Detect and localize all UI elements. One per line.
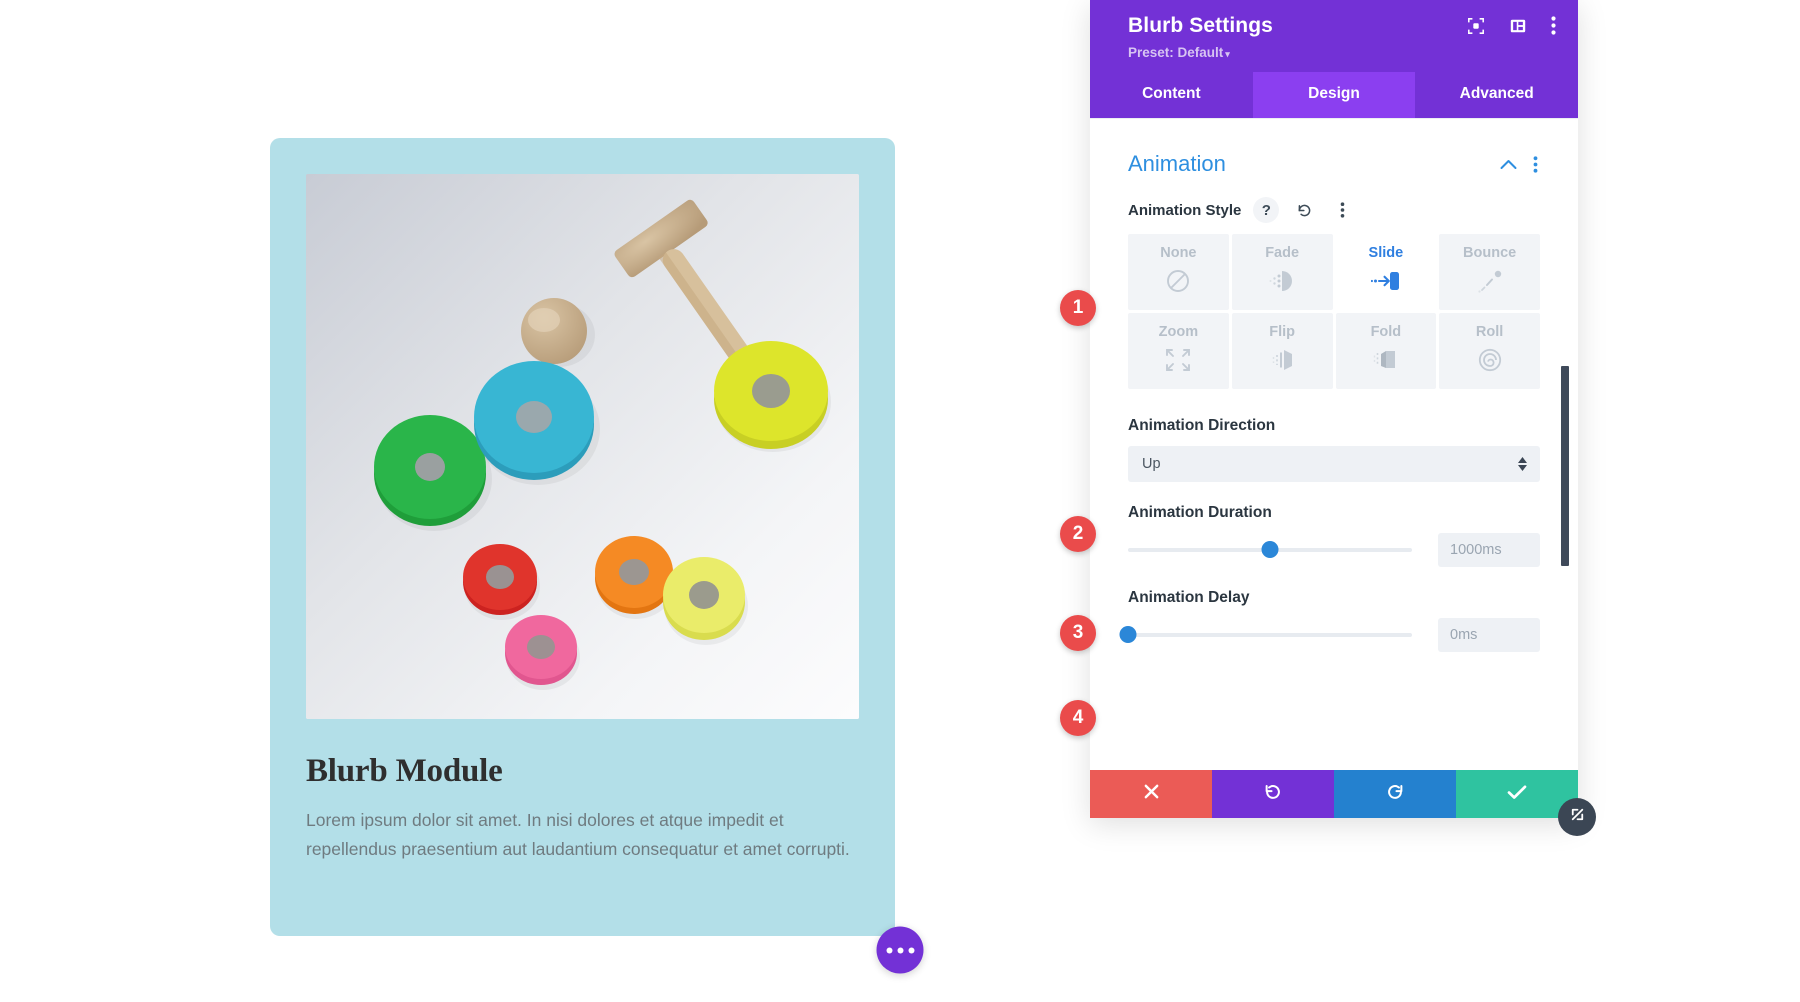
roll-spiral-icon [1476,347,1504,378]
settings-scroll-area: Animation Animation Style ? None Fade Sl… [1090,119,1578,770]
animation-section-header[interactable]: Animation [1090,151,1578,177]
modal-tab-bar: Content Design Advanced [1090,72,1578,118]
style-option-label: Slide [1368,245,1404,261]
tab-advanced[interactable]: Advanced [1415,72,1578,118]
style-option-label: Fade [1265,245,1300,261]
style-option-label: Zoom [1158,324,1199,340]
animation-delay-field: Animation Delay 0ms [1090,589,1578,652]
style-option-none[interactable]: None [1128,234,1229,310]
zoom-expand-icon [1164,347,1192,378]
animation-duration-label: Animation Duration [1128,504,1272,521]
no-entry-icon [1165,268,1191,299]
fold-page-icon [1372,347,1400,378]
chevron-up-icon[interactable] [1500,159,1517,170]
preset-label: Preset: Default [1128,45,1224,60]
x-icon [1143,783,1160,805]
slider-knob[interactable] [1261,541,1279,558]
page-canvas: Blurb Module Lorem ipsum dolor sit amet.… [0,0,1090,1002]
redo-button[interactable] [1334,770,1456,818]
fab-dot [886,947,892,953]
slide-arrow-icon [1370,268,1401,299]
diagonal-arrows-icon [1568,805,1587,829]
blurb-body-text: Lorem ipsum dolor sit amet. In nisi dolo… [306,810,850,859]
kebab-menu-icon[interactable] [1551,16,1556,35]
style-option-label: Bounce [1463,245,1517,261]
settings-scrollbar-track[interactable] [1561,119,1574,770]
callout-badge-1: 1 [1060,290,1096,326]
section-title-animation: Animation [1128,151,1226,176]
slider-knob[interactable] [1119,626,1137,643]
animation-direction-select[interactable]: Up [1128,446,1540,482]
section-kebab-icon[interactable] [1533,155,1538,173]
callout-badge-2: 2 [1060,516,1096,552]
modal-action-bar [1090,770,1578,818]
style-option-fade[interactable]: Fade [1231,234,1333,310]
animation-direction-field: Animation Direction Up [1090,417,1578,482]
modal-header: Blurb Settings Preset: Default ▾ [1090,0,1578,72]
select-stepper-arrows-icon [1518,457,1527,471]
reset-icon[interactable] [1291,197,1317,223]
tab-design[interactable]: Design [1252,72,1416,118]
style-option-zoom[interactable]: Zoom [1128,313,1229,389]
style-option-bounce[interactable]: Bounce [1439,234,1540,310]
animation-duration-field: Animation Duration 1000ms [1090,504,1578,567]
animation-style-grid: None Fade Slide Bounce Zoom Flip Fold Ro… [1090,234,1578,389]
animation-delay-label: Animation Delay [1128,589,1250,606]
animation-delay-input[interactable]: 0ms [1438,618,1540,652]
modal-body: Animation Animation Style ? None Fade Sl… [1090,118,1578,770]
field-kebab-icon[interactable] [1329,197,1355,223]
fade-dots-icon [1268,268,1296,299]
focus-target-icon[interactable] [1467,17,1485,35]
style-option-label: Fold [1370,324,1402,340]
blurb-image [306,174,859,719]
blurb-module-card[interactable]: Blurb Module Lorem ipsum dolor sit amet.… [270,138,895,936]
bounce-trail-icon [1476,268,1504,299]
modal-header-actions [1467,16,1556,35]
style-option-slide[interactable]: Slide [1335,234,1437,310]
callout-badge-3: 3 [1060,615,1096,651]
style-option-label: Flip [1269,324,1296,340]
slider-rail [1128,633,1412,637]
preset-selector[interactable]: Preset: Default ▾ [1128,45,1552,60]
tab-content[interactable]: Content [1090,72,1253,118]
animation-duration-slider[interactable] [1128,539,1412,561]
redo-icon [1385,782,1405,807]
undo-button[interactable] [1212,770,1334,818]
blurb-title: Blurb Module [306,753,503,789]
style-option-label: None [1160,245,1197,261]
settings-scrollbar-thumb[interactable] [1561,366,1569,566]
fab-dot [897,947,903,953]
style-option-flip[interactable]: Flip [1231,313,1333,389]
flip-panel-icon [1268,347,1296,378]
style-option-roll[interactable]: Roll [1439,313,1540,389]
layout-columns-icon[interactable] [1509,17,1527,35]
undo-icon [1263,782,1283,807]
cancel-button[interactable] [1090,770,1212,818]
callout-badge-4: 4 [1060,700,1096,736]
animation-direction-value: Up [1142,456,1161,472]
help-icon[interactable]: ? [1253,197,1280,223]
fab-dot [908,947,914,953]
style-option-fold[interactable]: Fold [1335,313,1437,389]
blurb-settings-modal: Blurb Settings Preset: Default ▾ Content… [1090,0,1596,836]
style-option-label: Roll [1475,324,1504,340]
animation-style-label-row: Animation Style ? [1090,197,1578,223]
preset-caret-icon: ▾ [1225,49,1230,59]
checkmark-icon [1507,784,1527,805]
resize-handle[interactable] [1558,798,1596,836]
animation-style-label: Animation Style [1128,201,1242,219]
animation-direction-label: Animation Direction [1128,417,1276,434]
animation-delay-slider[interactable] [1119,624,1412,646]
animation-duration-input[interactable]: 1000ms [1438,533,1540,567]
screen-root: Blurb Module Lorem ipsum dolor sit amet.… [0,0,1800,1002]
page-settings-fab[interactable] [876,926,924,974]
